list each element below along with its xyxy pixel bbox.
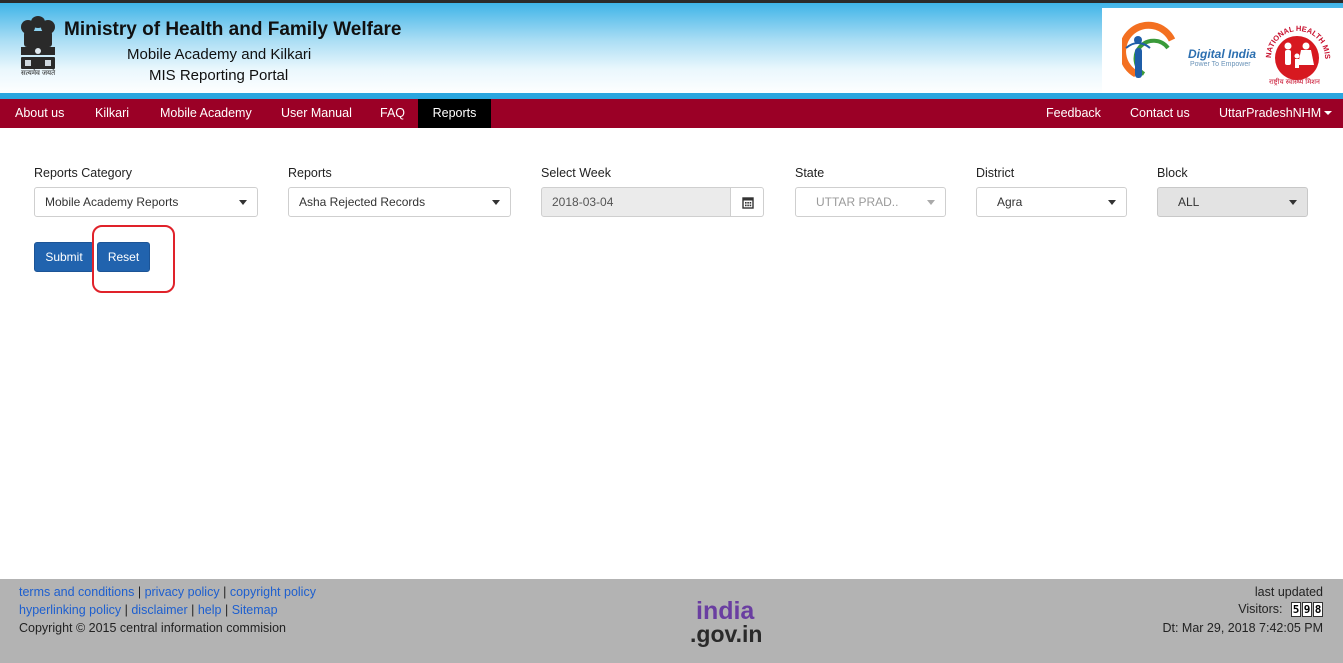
block-value: ALL [1178, 195, 1200, 209]
india-gov-logo[interactable]: india .gov.in [690, 597, 770, 649]
link-separator: | [223, 585, 227, 599]
visitor-digit: 5 [1291, 602, 1301, 617]
main-navbar: About us Kilkari Mobile Academy User Man… [0, 99, 1343, 128]
footer-datetime: Dt: Mar 29, 2018 7:42:05 PM [1162, 621, 1323, 635]
help-link[interactable]: help [198, 603, 222, 617]
emblem-caption: सत्यमेव जयते [21, 70, 56, 77]
nhm-caption: राष्ट्रीय स्वास्थ्य मिशन [1269, 79, 1320, 86]
reports-category-label: Reports Category [34, 166, 132, 180]
district-label: District [976, 166, 1015, 180]
select-week-label: Select Week [541, 166, 611, 180]
state-label: State [795, 166, 825, 180]
district-value: Agra [997, 195, 1023, 209]
copyright-text: Copyright © 2015 central information com… [19, 621, 286, 635]
reports-value: Asha Rejected Records [299, 195, 426, 209]
nav-mobile-academy[interactable]: Mobile Academy [160, 99, 252, 128]
terms-link[interactable]: terms and conditions [19, 585, 134, 599]
privacy-policy-link[interactable]: privacy policy [145, 585, 220, 599]
dropdown-caret-icon [239, 200, 247, 205]
link-separator: | [137, 585, 142, 599]
state-value: UTTAR PRAD.. [816, 195, 899, 209]
hyperlinking-policy-link[interactable]: hyperlinking policy [19, 603, 121, 617]
nav-reports[interactable]: Reports [418, 99, 491, 128]
portal-subtitle: Mobile Academy and Kilkari [127, 46, 312, 63]
footer-links-row-1: terms and conditions | privacy policy | … [19, 585, 316, 599]
disclaimer-link[interactable]: disclaimer [131, 603, 187, 617]
dropdown-caret-icon [492, 200, 500, 205]
calendar-icon [742, 197, 754, 209]
district-select[interactable]: Agra [976, 187, 1127, 217]
digital-india-logo-icon [1119, 14, 1182, 86]
dropdown-caret-icon [927, 200, 935, 205]
site-header: सत्यमेव जयते Ministry of Health and Fami… [0, 3, 1343, 95]
link-separator: | [124, 603, 128, 617]
reports-category-value: Mobile Academy Reports [45, 195, 179, 209]
nav-kilkari[interactable]: Kilkari [95, 99, 129, 128]
link-separator: | [224, 603, 229, 617]
national-emblem-icon: सत्यमेव जयते [18, 13, 58, 81]
state-select[interactable]: UTTAR PRAD.. [795, 187, 946, 217]
site-footer: terms and conditions | privacy policy | … [0, 579, 1343, 663]
portal-subtitle-2: MIS Reporting Portal [149, 67, 289, 84]
reset-highlight-annotation [92, 225, 175, 293]
visitor-digit: 9 [1302, 602, 1312, 617]
chevron-down-icon [1324, 111, 1333, 115]
submit-button[interactable]: Submit [34, 242, 94, 272]
block-label: Block [1157, 166, 1188, 180]
reports-select[interactable]: Asha Rejected Records [288, 187, 511, 217]
dropdown-caret-icon [1289, 200, 1297, 205]
india-gov-logo-bottom: .gov.in [690, 621, 763, 647]
last-updated-label: last updated [1254, 585, 1323, 599]
copyright-policy-link[interactable]: copyright policy [230, 585, 316, 599]
nav-feedback[interactable]: Feedback [1046, 99, 1101, 128]
sitemap-link[interactable]: Sitemap [232, 603, 278, 617]
link-separator: | [191, 603, 195, 617]
nhm-logo-icon: NATIONAL HEALTH MISSION राष्ट्रीय स्वास्… [1252, 5, 1339, 90]
reports-label: Reports [288, 166, 332, 180]
calendar-button[interactable] [730, 187, 764, 217]
nav-about-us[interactable]: About us [15, 99, 64, 128]
week-date-picker: 2018-03-04 [541, 187, 764, 217]
partner-logos: Digital India Power To Empower NATIONAL … [1102, 5, 1343, 94]
footer-links-row-2: hyperlinking policy | disclaimer | help … [19, 603, 278, 617]
block-select[interactable]: ALL [1157, 187, 1308, 217]
visitor-digit: 8 [1313, 602, 1323, 617]
nav-contact-us[interactable]: Contact us [1130, 99, 1190, 128]
digital-india-tagline: Power To Empower [1190, 61, 1251, 68]
dropdown-caret-icon [1108, 200, 1116, 205]
user-menu[interactable]: UttarPradeshNHM [1219, 99, 1333, 128]
visitor-counter: Visitors: 598 [1238, 602, 1323, 617]
reports-category-select[interactable]: Mobile Academy Reports [34, 187, 258, 217]
nav-user-manual[interactable]: User Manual [281, 99, 352, 128]
page-title: Ministry of Health and Family Welfare [64, 19, 402, 40]
digital-india-text: Digital India [1188, 47, 1257, 61]
nav-faq[interactable]: FAQ [380, 99, 405, 128]
user-menu-label: UttarPradeshNHM [1219, 106, 1322, 120]
visitor-digits: 598 [1290, 602, 1323, 617]
week-date-input[interactable]: 2018-03-04 [541, 187, 731, 217]
visitors-label: Visitors: [1238, 602, 1283, 616]
